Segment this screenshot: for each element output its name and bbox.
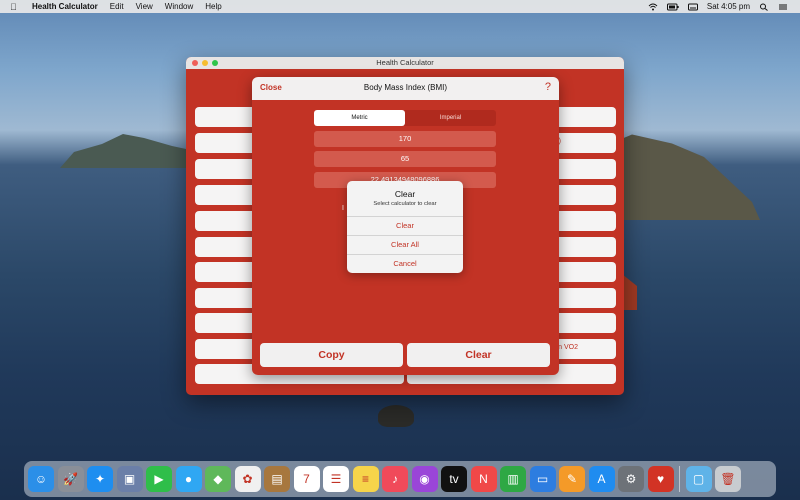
dock-separator xyxy=(679,466,680,492)
contacts-icon[interactable]: ▤ xyxy=(264,466,290,492)
messages-icon[interactable]: ● xyxy=(175,466,202,492)
alert-clear-button[interactable]: Clear xyxy=(347,216,463,235)
menu-bar:  Health Calculator Edit View Window Hel… xyxy=(0,0,800,13)
search-icon[interactable] xyxy=(759,3,769,11)
facetime-icon[interactable]: ▶ xyxy=(146,466,172,492)
tv-icon[interactable]: tv xyxy=(441,466,467,492)
keynote-icon[interactable]: ▭ xyxy=(529,466,556,492)
window-title: Health Calculator xyxy=(376,58,434,67)
copy-button[interactable]: Copy xyxy=(260,343,403,367)
finder-icon[interactable]: ☺ xyxy=(28,466,54,492)
alert-message: Select calculator to clear xyxy=(373,201,437,207)
battery-icon[interactable] xyxy=(666,3,679,11)
menu-edit[interactable]: Edit xyxy=(110,2,124,11)
wallpaper-rock xyxy=(378,405,414,427)
help-button[interactable]: ? xyxy=(545,81,551,93)
system-preferences-icon[interactable]: ⚙ xyxy=(618,466,644,492)
downloads-folder-icon[interactable]: ▢ xyxy=(685,466,712,492)
window-minimize-button[interactable] xyxy=(202,60,208,66)
safari-icon[interactable]: ✦ xyxy=(87,466,113,492)
menu-view[interactable]: View xyxy=(136,2,153,11)
clear-button[interactable]: Clear xyxy=(407,343,550,367)
height-field[interactable]: 170 xyxy=(314,131,496,147)
calendar-icon[interactable]: 7 xyxy=(293,466,320,492)
result-label: I xyxy=(342,205,344,212)
unit-segmented-control: Metric Imperial xyxy=(314,110,496,126)
segment-metric[interactable]: Metric xyxy=(314,110,405,126)
photos-icon[interactable]: ✿ xyxy=(234,466,261,492)
notes-icon[interactable]: ≡ xyxy=(352,466,379,492)
health-calculator-icon[interactable]: ♥ xyxy=(647,466,674,492)
dock: ☺ 🚀 ✦ ▣ ▶ ● ◆ ✿ ▤ 7 ☰ ≡ ♪ ◉ tv N ▥ ▭ ✎ A ⚙ ♥ ▢ 🗑 xyxy=(24,461,776,497)
apple-menu-icon[interactable]:  xyxy=(10,1,22,13)
reminders-icon[interactable]: ☰ xyxy=(323,466,349,492)
control-list-icon[interactable] xyxy=(778,3,788,11)
sheet-header: Close Body Mass Index (BMI) ? xyxy=(252,77,559,100)
wallpaper-island-right xyxy=(600,134,760,220)
pages-icon[interactable]: ✎ xyxy=(559,466,585,492)
clock[interactable]: Sat 4:05 pm xyxy=(707,2,750,11)
launchpad-icon[interactable]: 🚀 xyxy=(57,466,84,492)
keyboard-icon[interactable] xyxy=(687,3,698,11)
window-titlebar[interactable]: Health Calculator xyxy=(186,57,624,69)
news-icon[interactable]: N xyxy=(470,466,497,492)
trash-icon[interactable]: 🗑 xyxy=(715,466,741,492)
calculator-button-label: n VO2 xyxy=(558,344,578,351)
menu-window[interactable]: Window xyxy=(165,2,193,11)
window-close-button[interactable] xyxy=(192,60,198,66)
maps-icon[interactable]: ◆ xyxy=(205,466,231,492)
menu-app-name[interactable]: Health Calculator xyxy=(32,2,98,11)
app-store-icon[interactable]: A xyxy=(588,466,615,492)
photos-app-icon[interactable]: ▣ xyxy=(116,466,143,492)
clear-alert: Clear Select calculator to clear Clear C… xyxy=(347,181,463,273)
segment-imperial[interactable]: Imperial xyxy=(405,110,496,126)
menu-extras: Sat 4:05 pm xyxy=(648,0,788,13)
wifi-icon[interactable] xyxy=(648,3,658,11)
podcasts-icon[interactable]: ◉ xyxy=(411,466,438,492)
alert-cancel-button[interactable]: Cancel xyxy=(347,254,463,273)
weight-field[interactable]: 65 xyxy=(314,151,496,167)
music-icon[interactable]: ♪ xyxy=(382,466,408,492)
calculator-button-label: ) xyxy=(558,138,561,145)
menu-help[interactable]: Help xyxy=(205,2,221,11)
wallpaper-island-left xyxy=(60,134,200,168)
numbers-icon[interactable]: ▥ xyxy=(500,466,526,492)
alert-title: Clear xyxy=(394,189,416,199)
alert-clear-all-button[interactable]: Clear All xyxy=(347,235,463,254)
sheet-title: Body Mass Index (BMI) xyxy=(363,83,448,92)
window-zoom-button[interactable] xyxy=(212,60,218,66)
